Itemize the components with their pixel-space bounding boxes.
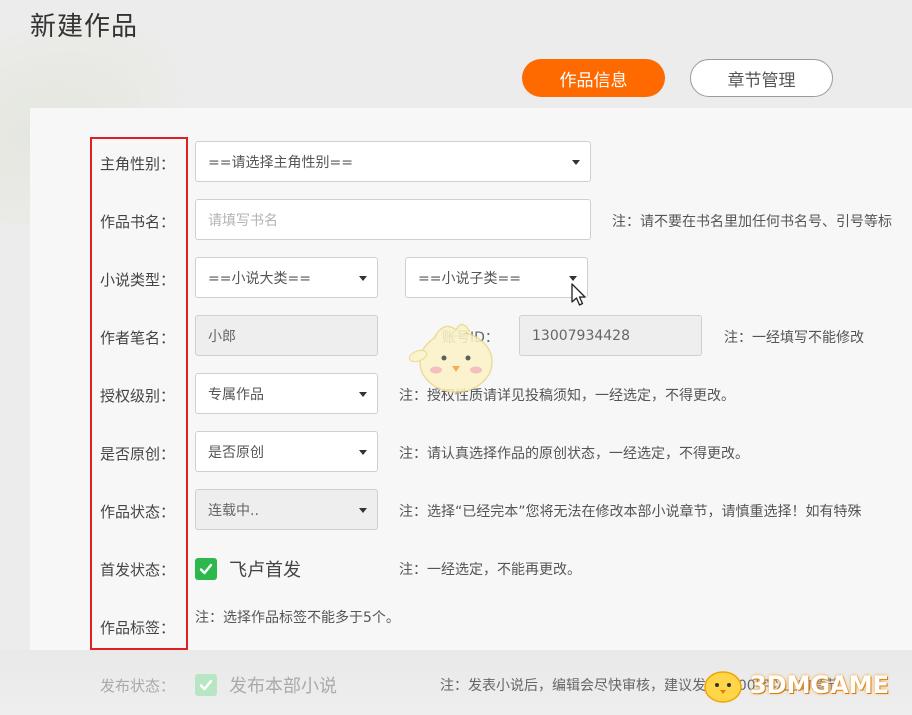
account-id-value: 13007934428 — [532, 327, 630, 344]
chevron-down-icon — [359, 450, 367, 455]
novel-main-type-value: ==小说大类== — [208, 270, 311, 287]
chevron-down-icon — [569, 276, 577, 281]
chevron-down-icon — [572, 160, 580, 165]
novel-main-type-select[interactable]: ==小说大类== — [195, 257, 378, 298]
book-name-note: 注：请不要在书名里加任何书名号、引号等标 — [612, 214, 892, 230]
account-id-input[interactable]: 13007934428 — [519, 315, 702, 356]
first-publish-note: 注：一经选定，不能再更改。 — [399, 562, 581, 578]
label-highlight-frame — [90, 137, 188, 650]
pen-name-value: 小郎 — [208, 328, 236, 345]
original-select[interactable]: 是否原创 — [195, 431, 378, 472]
tab-work-info[interactable]: 作品信息 — [522, 59, 665, 97]
book-name-placeholder: 请填写书名 — [208, 212, 278, 229]
first-publish-checkbox-label[interactable]: 飞卢首发 — [229, 547, 301, 591]
novel-sub-type-select[interactable]: ==小说子类== — [405, 257, 588, 298]
tab-chapter-management[interactable]: 章节管理 — [690, 59, 833, 97]
original-note: 注：请认真选择作品的原创状态，一经选定，不得更改。 — [399, 446, 749, 462]
page-title: 新建作品 — [30, 12, 139, 42]
first-publish-checkbox[interactable] — [195, 558, 217, 580]
mascot-chick-icon — [408, 323, 493, 393]
checkmark-icon — [199, 679, 213, 691]
chevron-down-icon — [359, 392, 367, 397]
watermark-mascot-icon — [704, 671, 742, 703]
gender-select[interactable]: ==请选择主角性别== — [195, 141, 591, 182]
license-select[interactable]: 专属作品 — [195, 373, 378, 414]
chevron-down-icon — [359, 508, 367, 513]
pen-name-note: 注：一经填写不能修改 — [724, 330, 864, 346]
original-select-value: 是否原创 — [208, 444, 264, 461]
publish-checkbox-label[interactable]: 发布本部小说 — [229, 663, 337, 707]
publish-label: 发布状态： — [100, 676, 176, 695]
watermark-text: 3DMGAME — [750, 671, 890, 699]
chevron-down-icon — [359, 276, 367, 281]
license-select-value: 专属作品 — [208, 386, 264, 403]
mouse-cursor-icon — [571, 283, 586, 306]
pen-name-input[interactable]: 小郎 — [195, 315, 378, 356]
publish-checkbox[interactable] — [195, 674, 217, 696]
watermark-logo: 3DMGAME — [700, 662, 910, 708]
checkmark-icon — [199, 563, 213, 575]
gender-select-value: ==请选择主角性别== — [208, 154, 353, 171]
status-note: 注：选择“已经完本”您将无法在修改本部小说章节，请慎重选择！如有特殊 — [399, 504, 862, 520]
book-name-input[interactable]: 请填写书名 — [195, 199, 591, 240]
status-select-value: 连载中.. — [208, 502, 259, 519]
tags-note: 注：选择作品标签不能多于5个。 — [195, 610, 400, 626]
novel-sub-type-value: ==小说子类== — [418, 270, 521, 287]
status-select[interactable]: 连载中.. — [195, 489, 378, 530]
